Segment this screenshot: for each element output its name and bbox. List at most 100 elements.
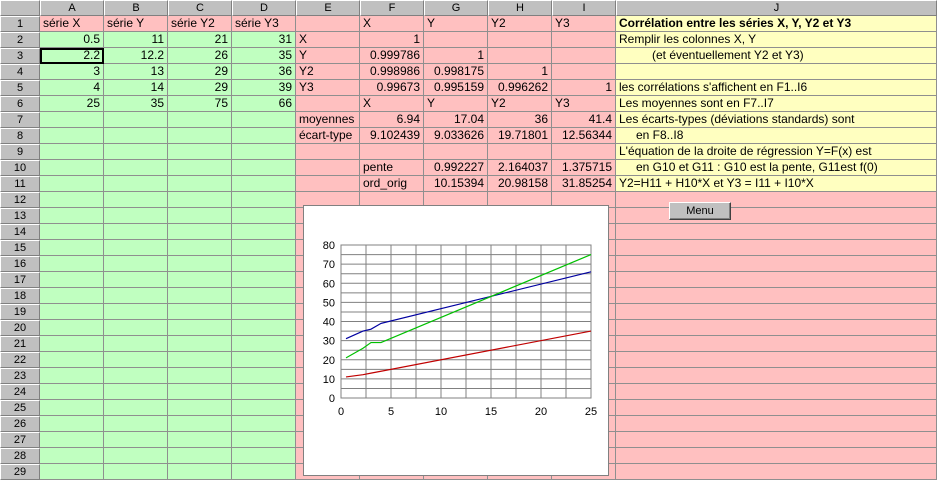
- cell-b5[interactable]: 14: [104, 80, 168, 96]
- cell-a10[interactable]: [40, 160, 104, 176]
- row-header-8[interactable]: 8: [0, 128, 40, 144]
- cell-d25[interactable]: [232, 400, 296, 416]
- cell-j11[interactable]: Y2=H11 + H10*X et Y3 = I11 + I10*X: [616, 176, 937, 192]
- cell-a29[interactable]: [40, 464, 104, 480]
- row-header-18[interactable]: 18: [0, 288, 40, 304]
- cell-a14[interactable]: [40, 224, 104, 240]
- cell-j4[interactable]: [616, 64, 937, 80]
- cell-c13[interactable]: [168, 208, 232, 224]
- cell-a13[interactable]: [40, 208, 104, 224]
- cell-i9[interactable]: [552, 144, 616, 160]
- cell-d27[interactable]: [232, 432, 296, 448]
- cell-j1[interactable]: Corrélation entre les séries X, Y, Y2 et…: [616, 16, 937, 32]
- cell-h3[interactable]: [488, 48, 552, 64]
- cell-b17[interactable]: [104, 272, 168, 288]
- cell-d16[interactable]: [232, 256, 296, 272]
- cell-j22[interactable]: [616, 352, 937, 368]
- row-header-25[interactable]: 25: [0, 400, 40, 416]
- cell-a28[interactable]: [40, 448, 104, 464]
- cell-a1[interactable]: série X: [40, 16, 104, 32]
- cell-j27[interactable]: [616, 432, 937, 448]
- cell-j5[interactable]: les corrélations s'affichent en F1..I6: [616, 80, 937, 96]
- row-header-19[interactable]: 19: [0, 304, 40, 320]
- column-header-i[interactable]: I: [552, 0, 616, 16]
- cell-c27[interactable]: [168, 432, 232, 448]
- cell-f4[interactable]: 0.998986: [360, 64, 424, 80]
- cell-b10[interactable]: [104, 160, 168, 176]
- row-header-3[interactable]: 3: [0, 48, 40, 64]
- cell-j20[interactable]: [616, 320, 937, 336]
- cell-c2[interactable]: 21: [168, 32, 232, 48]
- cell-b21[interactable]: [104, 336, 168, 352]
- row-header-24[interactable]: 24: [0, 384, 40, 400]
- cell-f9[interactable]: [360, 144, 424, 160]
- cell-e3[interactable]: Y: [296, 48, 360, 64]
- cell-d4[interactable]: 36: [232, 64, 296, 80]
- cell-b29[interactable]: [104, 464, 168, 480]
- cell-c17[interactable]: [168, 272, 232, 288]
- cell-a6[interactable]: 25: [40, 96, 104, 112]
- cell-c15[interactable]: [168, 240, 232, 256]
- cell-g9[interactable]: [424, 144, 488, 160]
- cell-j18[interactable]: [616, 288, 937, 304]
- cell-h9[interactable]: [488, 144, 552, 160]
- cell-d24[interactable]: [232, 384, 296, 400]
- cell-c24[interactable]: [168, 384, 232, 400]
- cell-h1[interactable]: Y2: [488, 16, 552, 32]
- cell-b19[interactable]: [104, 304, 168, 320]
- cell-a22[interactable]: [40, 352, 104, 368]
- cell-i5[interactable]: 1: [552, 80, 616, 96]
- cell-d13[interactable]: [232, 208, 296, 224]
- select-all-corner[interactable]: [0, 0, 40, 16]
- column-header-j[interactable]: J: [616, 0, 937, 16]
- row-header-16[interactable]: 16: [0, 256, 40, 272]
- cell-g6[interactable]: Y: [424, 96, 488, 112]
- cell-b2[interactable]: 11: [104, 32, 168, 48]
- row-header-11[interactable]: 11: [0, 176, 40, 192]
- row-header-12[interactable]: 12: [0, 192, 40, 208]
- cell-f5[interactable]: 0.99673: [360, 80, 424, 96]
- row-header-7[interactable]: 7: [0, 112, 40, 128]
- cell-d17[interactable]: [232, 272, 296, 288]
- cell-c12[interactable]: [168, 192, 232, 208]
- row-header-21[interactable]: 21: [0, 336, 40, 352]
- cell-a7[interactable]: [40, 112, 104, 128]
- cell-c4[interactable]: 29: [168, 64, 232, 80]
- cell-c10[interactable]: [168, 160, 232, 176]
- cell-e4[interactable]: Y2: [296, 64, 360, 80]
- cell-d14[interactable]: [232, 224, 296, 240]
- cell-a15[interactable]: [40, 240, 104, 256]
- cell-i4[interactable]: [552, 64, 616, 80]
- cell-b1[interactable]: série Y: [104, 16, 168, 32]
- cell-f2[interactable]: 1: [360, 32, 424, 48]
- cell-g11[interactable]: 10.15394: [424, 176, 488, 192]
- row-header-2[interactable]: 2: [0, 32, 40, 48]
- cell-h7[interactable]: 36: [488, 112, 552, 128]
- cell-b15[interactable]: [104, 240, 168, 256]
- cell-a8[interactable]: [40, 128, 104, 144]
- cell-c25[interactable]: [168, 400, 232, 416]
- cell-d3[interactable]: 35: [232, 48, 296, 64]
- cell-j26[interactable]: [616, 416, 937, 432]
- cell-d10[interactable]: [232, 160, 296, 176]
- cell-a18[interactable]: [40, 288, 104, 304]
- cell-c1[interactable]: série Y2: [168, 16, 232, 32]
- cell-b12[interactable]: [104, 192, 168, 208]
- cell-j10[interactable]: en G10 et G11 : G10 est la pente, G11est…: [616, 160, 937, 176]
- column-header-b[interactable]: B: [104, 0, 168, 16]
- cell-e8[interactable]: écart-type: [296, 128, 360, 144]
- cell-i11[interactable]: 31.85254: [552, 176, 616, 192]
- cell-a21[interactable]: [40, 336, 104, 352]
- cell-j24[interactable]: [616, 384, 937, 400]
- cell-j16[interactable]: [616, 256, 937, 272]
- cell-b22[interactable]: [104, 352, 168, 368]
- cell-f7[interactable]: 6.94: [360, 112, 424, 128]
- cell-a4[interactable]: 3: [40, 64, 104, 80]
- cell-g3[interactable]: 1: [424, 48, 488, 64]
- cell-d7[interactable]: [232, 112, 296, 128]
- cell-c8[interactable]: [168, 128, 232, 144]
- cell-b16[interactable]: [104, 256, 168, 272]
- cell-b13[interactable]: [104, 208, 168, 224]
- cell-j3[interactable]: (et éventuellement Y2 et Y3): [616, 48, 937, 64]
- cell-b6[interactable]: 35: [104, 96, 168, 112]
